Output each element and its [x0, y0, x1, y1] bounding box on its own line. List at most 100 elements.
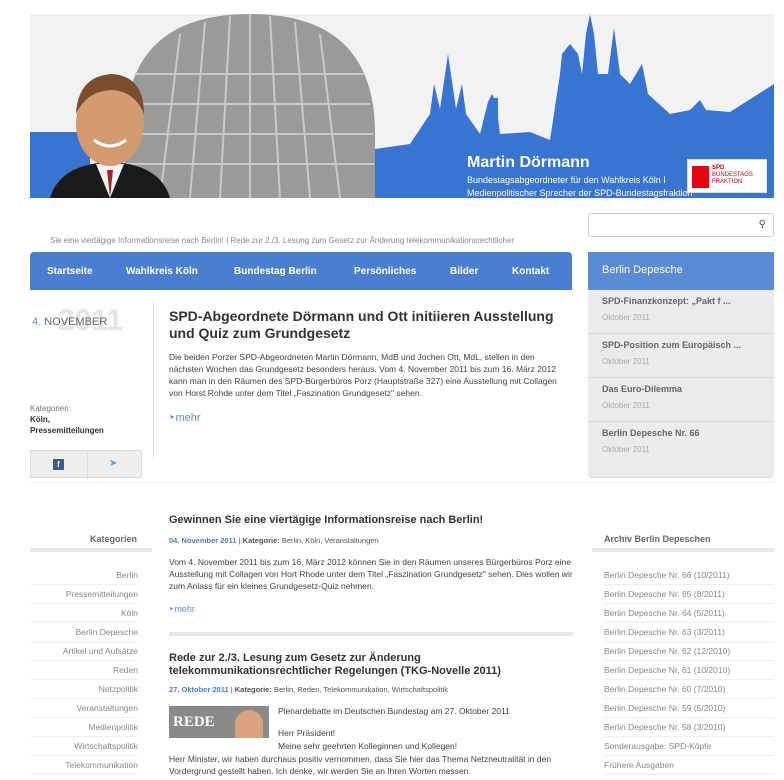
article-categories[interactable]: Berlin, Reden, Telekommunikation, Wirtsc… — [274, 685, 448, 694]
archive-item[interactable]: Berlin Depesche Nr. 64 (5/2011) — [604, 604, 774, 623]
depesche-item[interactable]: Das Euro-Dilemma Oktober 2011 — [588, 378, 774, 422]
logo-text: FRAKTION — [712, 179, 743, 185]
depesche-item-title: Das Euro-Dilemma — [602, 384, 683, 394]
article-kat-label: Kategorie: — [234, 685, 272, 694]
site-owner-subtitle: Bundestagsabgeordneter für den Wahlkreis… — [467, 174, 717, 198]
depesche-item-date: Oktober 2011 — [602, 357, 650, 366]
article-text: Meine sehr geehrten Kolleginnen und Koll… — [278, 741, 458, 751]
divider — [592, 548, 774, 552]
depesche-item[interactable]: SPD-Position zum Europäisch ... Oktober … — [588, 334, 774, 378]
category-item[interactable]: Artikel und Aufsätze — [30, 642, 138, 661]
logo-text: BUNDESTAGS — [712, 172, 753, 178]
nav-item-kontakt[interactable]: Kontakt — [512, 266, 549, 277]
category-item[interactable]: Medienpolitik — [30, 718, 138, 737]
divider — [30, 548, 152, 552]
depesche-item-title: Berlin Depesche Nr. 66 — [602, 428, 700, 438]
subtitle-line: Bundestagsabgeordneter für den Wahlkreis… — [467, 175, 666, 185]
rede-label: REDE — [173, 714, 215, 730]
main-navigation: Startseite Wahlkreis Köln Bundestag Berl… — [30, 252, 572, 290]
category-item[interactable]: Köln — [30, 604, 138, 623]
category-item[interactable]: Berlin Depesche — [30, 623, 138, 642]
category-item[interactable]: Veranstaltungen — [30, 699, 138, 718]
berlin-depesche-header[interactable]: Berlin Depesche — [588, 252, 774, 290]
site-owner-name: Martin Dörmann — [467, 154, 590, 171]
news-ticker[interactable]: Sie eine viertägige Informationsreise na… — [50, 236, 570, 245]
featured-text: Die beiden Porzer SPD-Abgeordneten Marti… — [169, 352, 557, 398]
depesche-item[interactable]: SPD-Finanzkonzept: „Pakt f ... Oktober 2… — [588, 290, 774, 334]
spd-logo-mark — [692, 166, 709, 188]
facebook-icon[interactable]: f — [53, 459, 64, 470]
archive-item[interactable]: Frühere Ausgaben — [604, 756, 774, 775]
article-more-link[interactable]: ‣mehr — [169, 604, 195, 615]
archive-item[interactable]: Berlin Depesche Nr. 65 (8/2011) — [604, 585, 774, 604]
article-text: Herr Minister, wir haben durchaus positi… — [169, 754, 552, 776]
spd-fraktion-logo[interactable]: SPD BUNDESTAGS FRAKTION — [687, 159, 767, 193]
category-link[interactable]: Pressemitteilungen — [30, 425, 104, 436]
logo-text: SPD — [712, 165, 725, 171]
article-text: Herr Präsident! — [278, 728, 336, 738]
article-date: 04. November 2011 — [169, 536, 237, 545]
nav-item-bilder[interactable]: Bilder — [450, 266, 478, 277]
category-link[interactable]: Köln, — [30, 414, 104, 425]
depesche-item[interactable]: Berlin Depesche Nr. 66 Oktober 2011 — [588, 422, 774, 478]
kategorien-label: Kategorien: — [30, 404, 71, 413]
date-day: 4. — [32, 316, 42, 328]
archive-item[interactable]: Berlin Depesche Nr. 63 (3/2011) — [604, 623, 774, 642]
article-title[interactable]: Rede zur 2./3. Lesung zum Gesetz zur Änd… — [169, 652, 501, 678]
article-categories[interactable]: Berlin, Köln, Veranstaltungen — [282, 536, 379, 545]
nav-item-persoenliches[interactable]: Persönliches — [354, 266, 416, 277]
category-item[interactable]: Reden — [30, 661, 138, 680]
depesche-item-title: SPD-Finanzkonzept: „Pakt f ... — [602, 296, 731, 306]
title-line: Rede zur 2./3. Lesung zum Gesetz zur Änd… — [169, 652, 421, 664]
category-item[interactable]: Pressemitteilungen — [30, 585, 138, 604]
archive-item[interactable]: Berlin Depesche Nr. 58 (3/2010) — [604, 718, 774, 737]
article-date: 27. Oktober 2011 — [169, 685, 229, 694]
depesche-item-date: Oktober 2011 — [602, 313, 650, 322]
divider — [153, 300, 154, 460]
page: { "header": { "name": "Martin Dörmann", … — [0, 0, 784, 780]
nav-item-startseite[interactable]: Startseite — [47, 266, 93, 277]
featured-categories: Köln, Pressemitteilungen — [30, 414, 104, 436]
depesche-item-date: Oktober 2011 — [602, 401, 650, 410]
twitter-icon[interactable]: ➤ — [109, 458, 117, 469]
category-item[interactable]: Telekommunikation — [30, 756, 138, 775]
article-kat-label: Kategorie: — [242, 536, 280, 545]
archive-item[interactable]: Berlin Depesche Nr. 60 (7/2010) — [604, 680, 774, 699]
title-line: telekommunikationsrechtlicher Regelungen… — [169, 665, 501, 677]
depesche-item-date: Oktober 2011 — [602, 445, 650, 454]
archive-item[interactable]: Berlin Depesche Nr. 66 (10/2011) — [604, 566, 774, 585]
portrait-icon — [235, 710, 263, 738]
archive-item[interactable]: Berlin Depesche Nr. 59 (5/2010) — [604, 699, 774, 718]
category-item[interactable]: Netzpolitik — [30, 680, 138, 699]
more-label: mehr — [175, 412, 201, 424]
rede-thumbnail[interactable]: REDE — [169, 706, 269, 738]
featured-date: 4. NOVEMBER — [32, 316, 107, 328]
article-text: Plenardebatte im Deutschen Bundestag am … — [278, 706, 510, 716]
archiv-title: Archiv Berlin Depeschen — [604, 534, 711, 544]
subtitle-line: Medienpolitischer Sprecher der SPD-Bunde… — [467, 188, 693, 198]
divider — [169, 632, 573, 636]
category-item[interactable]: Wirtschaftspolitik — [30, 737, 138, 756]
social-share-bar: f ➤ — [30, 450, 142, 479]
header-banner: Martin Dörmann Bundestagsabgeordneter fü… — [30, 14, 774, 198]
article-title[interactable]: Gewinnen Sie eine viertägige Information… — [169, 514, 483, 527]
archive-item[interactable]: Berlin Depesche Nr. 61 (10/2010) — [604, 661, 774, 680]
category-item[interactable]: Berlin — [30, 566, 138, 585]
divider — [30, 482, 774, 483]
divider — [87, 451, 88, 479]
nav-item-wahlkreis-koeln[interactable]: Wahlkreis Köln — [126, 266, 198, 277]
article-meta: 27. Oktober 2011 | Kategorie: Berlin, Re… — [169, 685, 449, 694]
skyline-illustration — [30, 14, 774, 198]
nav-item-bundestag-berlin[interactable]: Bundestag Berlin — [234, 266, 317, 277]
featured-more-link[interactable]: ‣mehr — [169, 411, 201, 424]
date-month: NOVEMBER — [44, 316, 108, 328]
more-label: mehr — [174, 604, 195, 614]
archive-item[interactable]: Sonderausgabe: SPD-Köpfe — [604, 737, 774, 756]
search-input[interactable]: ⚲ — [588, 213, 774, 237]
kategorien-title: Kategorien — [90, 534, 138, 544]
archive-item[interactable]: Berlin Depesche Nr. 62 (12/2010) — [604, 642, 774, 661]
article-text: Vom 4. November 2011 bis zum 16. März 20… — [169, 557, 573, 591]
search-icon[interactable]: ⚲ — [759, 219, 766, 230]
featured-title[interactable]: SPD-Abgeordnete Dörmann und Ott initiier… — [169, 308, 564, 342]
depesche-item-title: SPD-Position zum Europäisch ... — [602, 340, 742, 350]
